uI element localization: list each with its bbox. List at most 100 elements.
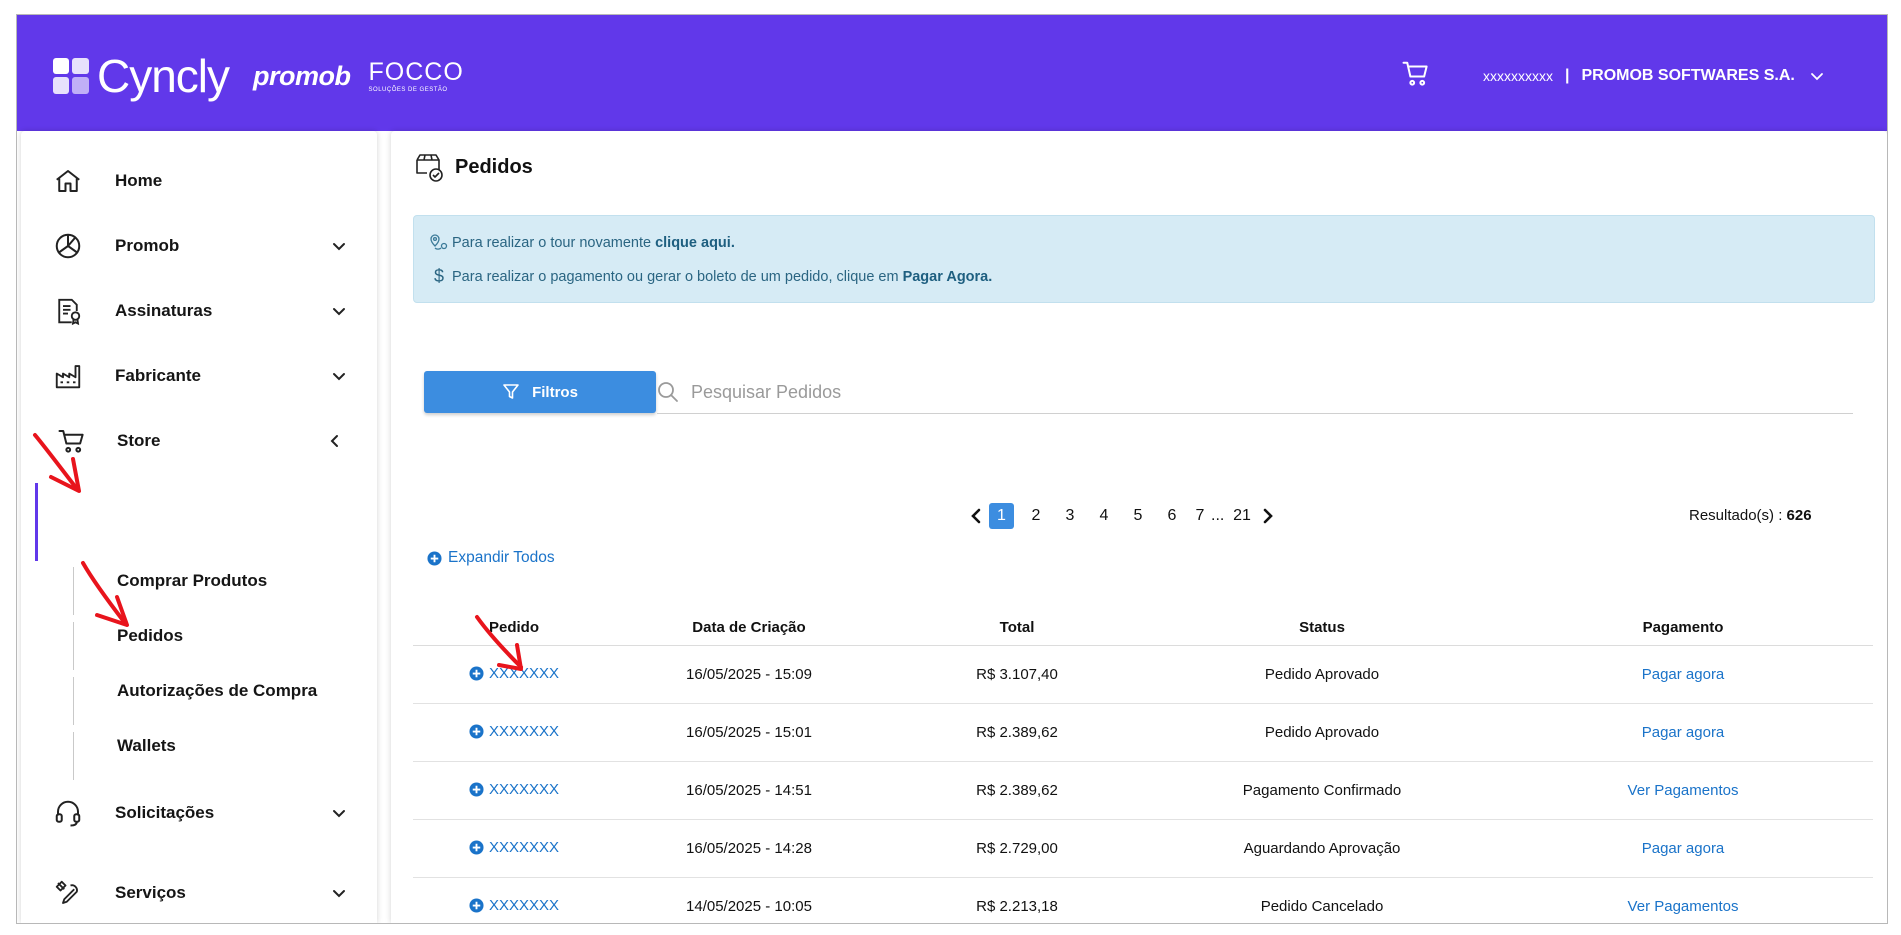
cart-icon [58, 430, 84, 453]
cart-icon[interactable] [1401, 59, 1431, 89]
page-title: Pedidos [455, 155, 533, 178]
main-panel: Pedidos Para realizar o tour novamente c… [391, 131, 1887, 923]
table-header-row: Pedido Data de Criação Total Status Paga… [413, 609, 1873, 646]
app-window: Cyncly promob FOCCO SOLUÇÕES DE GESTÃO x… [16, 14, 1888, 924]
order-date: 16/05/2025 - 14:28 [615, 819, 883, 878]
order-status: Pedido Aprovado [1151, 703, 1493, 762]
search-input[interactable] [689, 377, 1793, 407]
tour-link[interactable]: clique aqui. [655, 235, 735, 251]
chevron-down-icon [333, 243, 345, 251]
filters-button[interactable]: Filtros [424, 371, 656, 413]
payment-link[interactable]: Pagar agora [1642, 840, 1725, 857]
page-2[interactable]: 2 [1019, 507, 1053, 525]
order-link[interactable]: XXXXXXX [469, 897, 559, 914]
chevron-down-icon [333, 890, 345, 898]
plus-circle-icon [427, 550, 442, 566]
chevron-down-icon [333, 810, 345, 818]
order-link[interactable]: XXXXXXX [469, 839, 559, 856]
chevron-right-icon[interactable] [1259, 508, 1275, 524]
sidebar-item-label: Promob [115, 236, 180, 255]
payment-link[interactable]: Pagar agora [1642, 724, 1725, 741]
page-ellipsis: ... [1211, 507, 1225, 524]
filter-icon [503, 384, 519, 399]
sidebar-item-label: Solicitações [115, 803, 215, 822]
page-last[interactable]: 21 [1225, 507, 1259, 525]
brand-focco-sub: SOLUÇÕES DE GESTÃO [368, 86, 448, 93]
document-badge-icon [58, 298, 81, 326]
order-link[interactable]: XXXXXXX [469, 723, 559, 740]
sidebar-item-assinaturas[interactable]: Assinaturas [21, 281, 377, 341]
page-7[interactable]: 7 [1189, 507, 1211, 525]
order-total: R$ 2.729,00 [883, 819, 1151, 878]
order-total: R$ 2.213,18 [883, 877, 1151, 923]
order-id: XXXXXXX [488, 838, 560, 856]
sidebar-item-promob[interactable]: Promob [21, 216, 377, 276]
submenu-guide [73, 567, 74, 615]
info-tour-text: Para realizar o tour novamente [452, 235, 652, 251]
order-id: XXXXXXX [488, 896, 560, 914]
sidebar-item-label: Store [117, 431, 161, 450]
sidebar-item-label: Fabricante [115, 366, 201, 385]
user-name: xxxxxxxxxx [1483, 68, 1553, 84]
order-status: Pedido Cancelado [1151, 877, 1493, 923]
brand-logos[interactable]: Cyncly promob FOCCO SOLUÇÕES DE GESTÃO [53, 49, 464, 103]
sidebar-item-home[interactable]: Home [21, 151, 377, 211]
expand-all-link[interactable]: Expandir Todos [427, 549, 555, 567]
order-link[interactable]: XXXXXXX [469, 781, 559, 798]
sidebar-item-store[interactable]: Store [21, 411, 377, 471]
col-pedido: Pedido [413, 609, 615, 646]
col-status: Status [1151, 609, 1493, 646]
payment-link[interactable]: Ver Pagamentos [1628, 782, 1739, 799]
page-3[interactable]: 3 [1053, 507, 1087, 525]
search-bar [657, 371, 1853, 414]
chevron-down-icon [333, 373, 345, 381]
page-5[interactable]: 5 [1121, 507, 1155, 525]
sidebar-item-label: Serviços [115, 883, 186, 902]
pay-now-info-link[interactable]: Pagar Agora. [903, 269, 993, 285]
page-6[interactable]: 6 [1155, 507, 1189, 525]
top-bar: Cyncly promob FOCCO SOLUÇÕES DE GESTÃO x… [17, 15, 1887, 131]
plus-circle-icon [469, 665, 484, 681]
search-icon [658, 382, 678, 402]
brand-promob: promob [253, 60, 351, 91]
active-indicator [35, 483, 38, 561]
submenu-item-pedidos[interactable]: Pedidos [117, 626, 183, 646]
tools-icon [55, 880, 78, 904]
payment-link[interactable]: Pagar agora [1642, 666, 1725, 683]
expand-all-label: Expandir Todos [448, 549, 555, 566]
pagination: 1 2 3 4 5 6 7 ... 21 [969, 503, 1275, 529]
submenu-item-comprar-produtos[interactable]: Comprar Produtos [117, 571, 267, 591]
info-row-payment: $ Para realizar o pagamento ou gerar o b… [430, 266, 992, 287]
plus-circle-icon [469, 781, 484, 797]
results-count: Resultado(s) : 626 [1689, 507, 1812, 524]
order-link[interactable]: XXXXXXX [469, 665, 559, 682]
results-label: Resultado(s) : [1689, 507, 1783, 524]
chevron-left-icon [330, 435, 338, 447]
table-row: XXXXXXX 14/05/2025 - 10:05 R$ 2.213,18 P… [413, 877, 1873, 923]
chevron-down-icon [333, 308, 345, 316]
submenu-guide [73, 622, 74, 670]
account-menu[interactable]: xxxxxxxxxx | PROMOB SOFTWARES S.A. [1483, 67, 1825, 85]
sidebar-item-solicitacoes[interactable]: Solicitações [21, 783, 377, 843]
order-total: R$ 3.107,40 [883, 645, 1151, 704]
chevron-down-icon [1810, 73, 1823, 81]
sidebar-item-servicos[interactable]: Serviços [21, 863, 377, 923]
page-header: Pedidos [413, 151, 533, 183]
chevron-left-icon[interactable] [969, 508, 985, 524]
map-pin-icon [430, 234, 448, 250]
submenu-item-autorizacoes[interactable]: Autorizações de Compra [117, 681, 317, 701]
payment-link[interactable]: Ver Pagamentos [1628, 898, 1739, 915]
order-status: Pagamento Confirmado [1151, 761, 1493, 820]
order-date: 16/05/2025 - 15:01 [615, 703, 883, 762]
page-4[interactable]: 4 [1087, 507, 1121, 525]
box-check-icon [416, 154, 443, 182]
submenu-item-wallets[interactable]: Wallets [117, 736, 176, 756]
col-pagamento: Pagamento [1493, 609, 1873, 646]
filters-label: Filtros [532, 383, 578, 401]
order-id: XXXXXXX [488, 722, 560, 740]
order-status: Pedido Aprovado [1151, 645, 1493, 704]
table-row: XXXXXXX 16/05/2025 - 14:28 R$ 2.729,00 A… [413, 819, 1873, 878]
dollar-icon: $ [433, 266, 444, 286]
sidebar-item-fabricante[interactable]: Fabricante [21, 346, 377, 406]
page-1[interactable]: 1 [989, 503, 1014, 529]
